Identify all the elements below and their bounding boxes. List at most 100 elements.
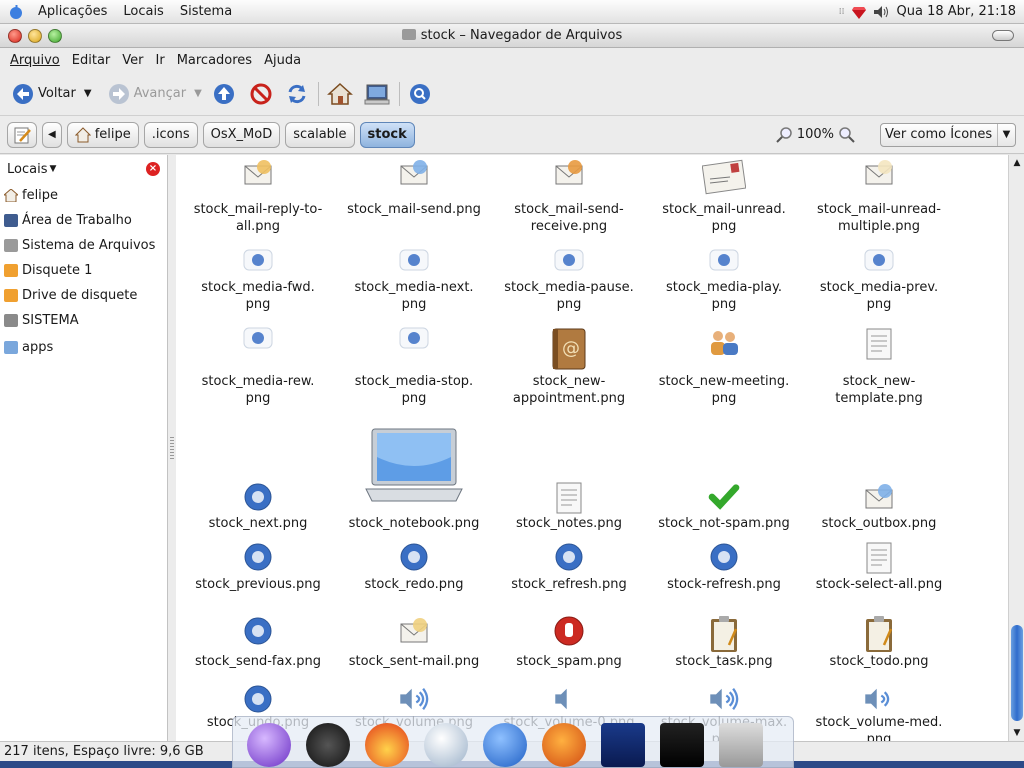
sidebar-item-felipe[interactable]: felipe bbox=[0, 183, 167, 208]
vertical-scrollbar[interactable]: ▲ ▼ bbox=[1008, 155, 1024, 741]
sidebar-item-label: apps bbox=[22, 340, 54, 355]
crumb-felipe[interactable]: felipe bbox=[66, 121, 139, 148]
file-name-label: stock-refresh.png bbox=[667, 577, 781, 592]
menu-ver[interactable]: Ver bbox=[116, 53, 149, 68]
arrow-left-icon bbox=[242, 541, 274, 577]
sidebar-item-apps[interactable]: apps bbox=[0, 335, 167, 360]
crumb-osx-mod[interactable]: OsX_MoD bbox=[202, 121, 281, 148]
file-name-label: stock_refresh.png bbox=[511, 577, 627, 592]
menu-locais[interactable]: Locais bbox=[115, 4, 171, 19]
menu-sistema[interactable]: Sistema bbox=[172, 4, 240, 19]
template-document-icon bbox=[864, 327, 894, 365]
zoom-out-icon[interactable] bbox=[775, 126, 793, 144]
send-fax-icon bbox=[242, 615, 274, 651]
crumb-label: OsX_MoD bbox=[210, 127, 273, 142]
sidebar-header-label: Locais bbox=[7, 161, 48, 177]
stop-icon[interactable] bbox=[248, 82, 274, 106]
svg-text:@: @ bbox=[562, 338, 580, 359]
zoom-in-icon[interactable] bbox=[838, 126, 856, 144]
toolbar-separator bbox=[398, 81, 400, 106]
mail-reply-all-icon bbox=[242, 157, 274, 193]
sidebar-item-floppy-drive[interactable]: Drive de disquete bbox=[0, 283, 167, 308]
media-next-icon bbox=[399, 249, 429, 275]
itunes-icon[interactable] bbox=[424, 723, 468, 767]
up-arrow-icon[interactable] bbox=[212, 82, 236, 106]
refresh-icon bbox=[553, 541, 585, 577]
toggle-location-entry-button[interactable] bbox=[7, 121, 37, 148]
file-name-label: stock_mail-unread-multiple.png bbox=[817, 202, 941, 234]
file-name-label: stock_mail-send-receive.png bbox=[514, 202, 624, 234]
forward-history-dropdown-icon[interactable]: ▼ bbox=[194, 88, 202, 99]
crumb-label: felipe bbox=[94, 127, 131, 142]
zoom-control: 100% Ver como Ícones ▼ bbox=[775, 122, 1016, 147]
flame-icon[interactable] bbox=[365, 723, 409, 767]
file-name-label: stock_not-spam.png bbox=[658, 516, 790, 531]
firefox-icon[interactable] bbox=[542, 723, 586, 767]
hard-drive-icon[interactable] bbox=[719, 723, 763, 767]
toolbar-separator bbox=[317, 81, 319, 106]
pane-splitter[interactable] bbox=[168, 155, 176, 741]
file-name-label: stock_sent-mail.png bbox=[348, 654, 480, 669]
menubar: Arquivo Editar Ver Ir Marcadores Ajuda bbox=[0, 48, 1024, 72]
sidebar-item-disquete-1[interactable]: Disquete 1 bbox=[0, 258, 167, 283]
crumb-icons[interactable]: .icons bbox=[143, 121, 198, 148]
search-icon[interactable] bbox=[408, 82, 432, 106]
menu-ajuda[interactable]: Ajuda bbox=[258, 53, 307, 68]
scroll-down-arrow-icon[interactable]: ▼ bbox=[1009, 725, 1024, 741]
toolbar-toggle-button[interactable] bbox=[992, 30, 1014, 41]
crumb-scalable[interactable]: scalable bbox=[285, 121, 355, 148]
launcher-icon[interactable] bbox=[247, 723, 291, 767]
crumb-stock[interactable]: stock bbox=[359, 121, 415, 148]
sidebar-item-desktop[interactable]: Área de Trabalho bbox=[0, 208, 167, 233]
close-sidebar-button[interactable]: × bbox=[146, 162, 160, 176]
computer-icon[interactable] bbox=[363, 81, 391, 107]
file-name-label: stock_task.png bbox=[675, 654, 773, 669]
camera-icon[interactable] bbox=[306, 723, 350, 767]
file-name-label: stock_spam.png bbox=[516, 654, 622, 669]
file-name-label: stock_redo.png bbox=[364, 577, 464, 592]
file-name-label: stock_volume-med. png bbox=[815, 715, 943, 741]
spam-icon bbox=[553, 615, 585, 651]
ruby-gem-icon[interactable] bbox=[851, 4, 867, 20]
mail-icon[interactable] bbox=[483, 723, 527, 767]
sidebar-item-filesystem[interactable]: Sistema de Arquivos bbox=[0, 233, 167, 258]
sidebar: Locais ▼ × felipe Área de Trabalho Siste… bbox=[0, 155, 168, 741]
home-icon bbox=[74, 126, 91, 142]
home-icon bbox=[4, 189, 18, 202]
file-name-label: stock_media-fwd. png bbox=[201, 280, 315, 312]
view-mode-select[interactable]: Ver como Ícones ▼ bbox=[880, 122, 1016, 147]
sidebar-item-sistema[interactable]: SISTEMA bbox=[0, 308, 167, 333]
file-icon-view[interactable]: stock_mail-reply-to-all.png stock_mail-se… bbox=[176, 155, 1008, 741]
scrollbar-thumb[interactable] bbox=[1011, 625, 1023, 721]
window-titlebar[interactable]: stock – Navegador de Arquivos bbox=[0, 24, 1024, 48]
path-scroll-left-button[interactable]: ◀ bbox=[42, 121, 62, 148]
home-icon[interactable] bbox=[326, 81, 353, 107]
menu-aplicacoes[interactable]: Aplicações bbox=[30, 4, 115, 19]
clock[interactable]: Qua 18 Abr, 21:18 bbox=[897, 4, 1016, 19]
checkmark-icon bbox=[708, 481, 740, 517]
menu-marcadores[interactable]: Marcadores bbox=[171, 53, 258, 68]
window-title: stock – Navegador de Arquivos bbox=[0, 28, 1024, 43]
scroll-up-arrow-icon[interactable]: ▲ bbox=[1009, 155, 1024, 171]
file-name-label: stock_media-next. png bbox=[354, 280, 474, 312]
file-name-label: stock_notebook.png bbox=[348, 516, 480, 531]
menu-arquivo[interactable]: Arquivo bbox=[4, 53, 66, 68]
reload-icon[interactable] bbox=[284, 82, 310, 106]
floppy-icon bbox=[4, 289, 18, 302]
file-name-label: stock_notes.png bbox=[516, 516, 622, 531]
back-button[interactable]: Voltar bbox=[8, 78, 80, 110]
apple-icon[interactable] bbox=[8, 4, 24, 20]
back-history-dropdown-icon[interactable]: ▼ bbox=[84, 88, 92, 99]
volume-tray-icon[interactable] bbox=[873, 5, 891, 19]
menu-ir[interactable]: Ir bbox=[150, 53, 171, 68]
sidebar-type-selector[interactable]: Locais ▼ bbox=[0, 155, 167, 183]
real-player-icon[interactable] bbox=[601, 723, 645, 767]
top-panel: Aplicações Locais Sistema ⁞⁞ Qua 18 Abr,… bbox=[0, 0, 1024, 24]
forward-button[interactable]: Avançar bbox=[104, 78, 191, 110]
media-rew-icon bbox=[243, 327, 273, 353]
sidebar-item-label: Disquete 1 bbox=[22, 263, 93, 278]
file-name-label: stock_media-pause. png bbox=[504, 280, 634, 312]
zoom-level[interactable]: 100% bbox=[797, 127, 834, 142]
menu-editar[interactable]: Editar bbox=[66, 53, 117, 68]
terminal-icon[interactable] bbox=[660, 723, 704, 767]
